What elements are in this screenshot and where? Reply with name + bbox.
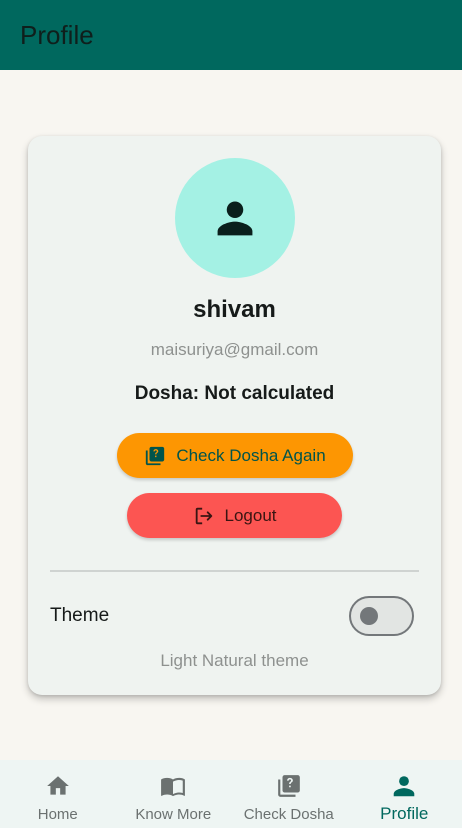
theme-toggle[interactable] (349, 596, 414, 636)
nav-label-check-dosha: Check Dosha (243, 806, 334, 823)
bottom-navigation: Home Know More Check Dosha Profile (0, 760, 462, 828)
quiz-icon (276, 772, 302, 800)
theme-label: Theme (50, 605, 110, 626)
quiz-icon (146, 446, 165, 465)
nav-label-home: Home (37, 806, 78, 823)
user-name: shivam (193, 296, 276, 323)
person-icon (217, 201, 253, 236)
nav-item-know-more[interactable]: Know More (116, 760, 232, 828)
logout-label: Logout (224, 505, 277, 525)
nav-item-profile[interactable]: Profile (347, 760, 462, 828)
user-email: maisuriya@gmail.com (150, 340, 319, 359)
toggle-knob (360, 607, 378, 625)
nav-item-check-dosha[interactable]: Check Dosha (231, 760, 347, 828)
page-title: Profile (20, 19, 94, 50)
profile-card: shivam maisuriya@gmail.com Dosha: Not ca… (28, 136, 441, 695)
dosha-status: Dosha: Not calculated (134, 383, 335, 404)
home-icon (45, 772, 71, 800)
avatar (175, 158, 295, 278)
theme-description: Light Natural theme (160, 651, 309, 670)
nav-label-profile: Profile (380, 804, 429, 823)
logout-button[interactable]: Logout (127, 493, 342, 538)
check-dosha-again-button[interactable]: Check Dosha Again (117, 433, 353, 478)
check-dosha-again-label: Check Dosha Again (176, 445, 326, 465)
person-icon (391, 772, 417, 800)
nav-item-home[interactable]: Home (0, 760, 116, 828)
app-bar: Profile (0, 0, 462, 70)
divider (50, 570, 419, 572)
nav-label-know-more: Know More (135, 806, 212, 823)
logout-icon (195, 507, 212, 524)
book-icon (158, 772, 188, 800)
